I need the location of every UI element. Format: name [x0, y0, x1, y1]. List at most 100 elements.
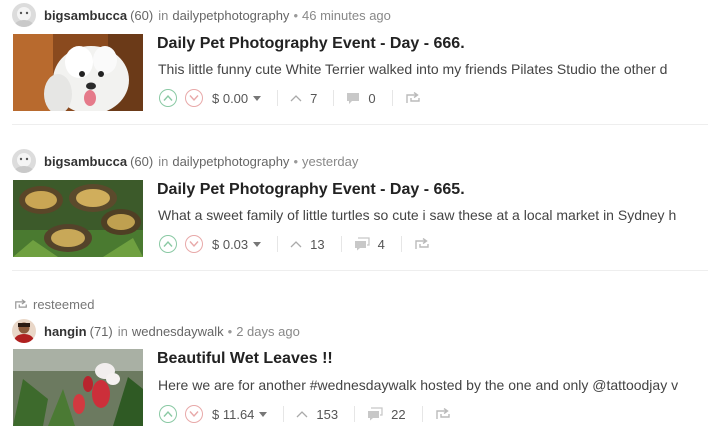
post-item: bigsambucca (60) in dailypetphotography … — [0, 0, 708, 126]
author-reputation: (60) — [130, 7, 154, 23]
post-excerpt[interactable]: This little funny cute White Terrier wal… — [158, 61, 708, 77]
action-separator — [354, 406, 356, 422]
author-name[interactable]: bigsambucca — [44, 8, 127, 23]
vote-count-icon — [290, 95, 302, 102]
post-divider — [12, 124, 708, 125]
downvote-button[interactable] — [185, 89, 203, 107]
post-excerpt[interactable]: Here we are for another #wednesdaywalk h… — [158, 377, 708, 393]
comment-count: 4 — [377, 236, 385, 252]
voters-list-button[interactable]: 7 — [290, 91, 317, 106]
byline-separator: • — [293, 7, 298, 23]
author-avatar[interactable] — [12, 149, 36, 173]
author-avatar[interactable] — [12, 319, 36, 343]
voters-list-button[interactable]: 153 — [296, 407, 338, 422]
voters-list-button[interactable]: 13 — [290, 236, 325, 252]
avatar-image — [12, 319, 36, 343]
post-time[interactable]: yesterday — [302, 154, 358, 169]
community-link[interactable]: dailypetphotography — [172, 154, 289, 169]
upvote-button[interactable] — [159, 405, 177, 423]
post-excerpt[interactable]: What a sweet family of little turtles so… — [158, 207, 708, 223]
post-time[interactable]: 46 minutes ago — [302, 8, 391, 23]
upvote-button[interactable] — [159, 235, 177, 253]
author-reputation: (71) — [89, 323, 113, 339]
post-title[interactable]: Daily Pet Photography Event - Day - 666. — [157, 35, 465, 53]
byline-separator: • — [227, 323, 233, 339]
post-divider — [12, 270, 708, 271]
vote-count: 153 — [316, 406, 339, 422]
action-separator — [333, 90, 335, 106]
resteem-button[interactable] — [435, 408, 451, 420]
post-byline: bigsambucca (60) in dailypetphotography … — [12, 3, 391, 27]
post-actions: $ 0.03 13 4 — [159, 233, 430, 255]
payout-value: $ 0.03 — [212, 236, 249, 252]
resteem-button[interactable] — [405, 92, 421, 104]
avatar-image — [12, 3, 36, 27]
post-thumbnail[interactable] — [13, 180, 143, 257]
comment-count: 22 — [391, 406, 406, 422]
resteemed-label: resteemed — [33, 297, 95, 312]
community-link[interactable]: dailypetphotography — [172, 8, 289, 23]
vote-count-icon — [296, 411, 308, 418]
post-byline: bigsambucca (60) in dailypetphotography … — [12, 149, 358, 173]
comment-icon — [347, 92, 360, 104]
in-label: in — [117, 323, 128, 339]
action-separator — [391, 90, 393, 106]
upvote-button[interactable] — [159, 89, 177, 107]
in-label: in — [158, 7, 169, 23]
payout-dropdown[interactable]: $ 0.03 — [212, 236, 262, 252]
payout-value: $ 11.64 — [212, 406, 255, 422]
comments-link[interactable]: 4 — [354, 237, 385, 252]
post-feed: bigsambucca (60) in dailypetphotography … — [0, 0, 708, 443]
comment-icon — [368, 407, 383, 421]
author-name[interactable]: bigsambucca — [44, 154, 127, 169]
post-actions: $ 0.00 7 0 — [159, 87, 421, 109]
downvote-icon — [189, 95, 199, 102]
action-separator — [340, 236, 342, 252]
post-thumbnail[interactable] — [13, 34, 143, 111]
caret-down-icon — [253, 241, 262, 247]
action-separator — [277, 236, 279, 252]
avatar-image — [12, 149, 36, 173]
downvote-button[interactable] — [185, 405, 203, 423]
resteem-icon — [435, 408, 450, 419]
vote-count-icon — [290, 241, 302, 248]
comments-link[interactable]: 0 — [346, 90, 376, 106]
action-separator — [421, 406, 423, 422]
caret-down-icon — [253, 95, 262, 101]
caret-down-icon — [259, 411, 268, 417]
post-title[interactable]: Beautiful Wet Leaves !! — [157, 350, 333, 368]
payout-dropdown[interactable]: $ 11.64 — [212, 406, 268, 422]
action-separator — [400, 236, 402, 252]
resteem-icon — [415, 238, 429, 249]
action-separator — [277, 90, 279, 106]
upvote-icon — [163, 410, 173, 417]
in-label: in — [158, 153, 169, 169]
comment-count: 0 — [368, 90, 376, 106]
action-separator — [283, 406, 285, 422]
vote-count: 7 — [310, 90, 318, 106]
vote-count: 13 — [310, 236, 325, 252]
upvote-icon — [163, 94, 173, 101]
author-name[interactable]: hangin — [44, 324, 87, 339]
payout-value: $ 0.00 — [212, 90, 249, 106]
post-thumbnail[interactable] — [13, 349, 143, 426]
resteem-button[interactable] — [414, 238, 430, 250]
resteemed-indicator: resteemed — [14, 297, 94, 312]
downvote-button[interactable] — [185, 235, 203, 253]
post-item: hangin (71) in wednesdaywalk • 2 days ag… — [0, 317, 708, 443]
post-item: bigsambucca (60) in dailypetphotography … — [0, 146, 708, 272]
post-title[interactable]: Daily Pet Photography Event - Day - 665. — [157, 181, 465, 199]
resteem-icon — [405, 92, 420, 103]
downvote-icon — [189, 411, 199, 418]
turtles-photo — [13, 180, 143, 257]
post-time[interactable]: 2 days ago — [236, 324, 300, 339]
resteem-icon — [15, 299, 27, 309]
community-link[interactable]: wednesdaywalk — [132, 324, 224, 339]
comment-icon — [354, 237, 370, 251]
post-actions: $ 11.64 153 22 — [159, 403, 451, 425]
author-avatar[interactable] — [12, 3, 36, 27]
comments-link[interactable]: 22 — [367, 406, 406, 422]
upvote-icon — [163, 240, 173, 247]
wet-leaves-photo — [13, 349, 143, 426]
payout-dropdown[interactable]: $ 0.00 — [212, 90, 262, 106]
